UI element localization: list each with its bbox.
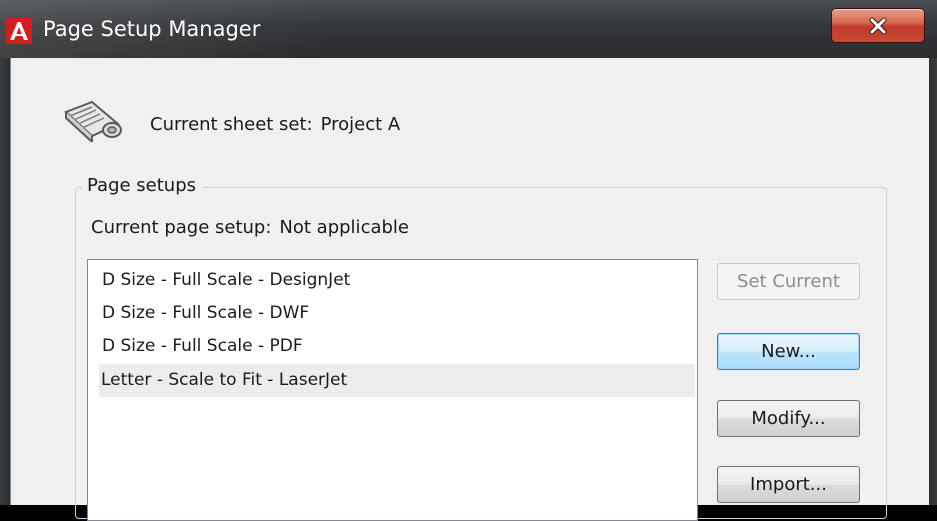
page-setups-list[interactable]: D Size - Full Scale - DesignJet D Size -… xyxy=(87,259,698,521)
sheet-roll-icon xyxy=(62,94,124,145)
current-page-setup-value: Not applicable xyxy=(279,217,409,238)
list-item[interactable]: Letter - Scale to Fit - LaserJet xyxy=(99,364,695,397)
close-icon xyxy=(869,17,887,34)
list-item[interactable]: D Size - Full Scale - DWF xyxy=(100,297,695,330)
list-item-label: D Size - Full Scale - DWF xyxy=(102,303,310,323)
import-button[interactable]: Import... xyxy=(717,466,860,503)
new-button[interactable]: New... xyxy=(717,333,860,370)
list-item-label: D Size - Full Scale - DesignJet xyxy=(102,270,351,290)
window-title: Page Setup Manager xyxy=(43,17,261,41)
current-page-setup: Current page setup: Not applicable xyxy=(91,217,409,238)
list-item-label: Letter - Scale to Fit - LaserJet xyxy=(101,370,348,390)
list-item[interactable]: D Size - Full Scale - PDF xyxy=(100,330,695,363)
page-setup-manager-window: Page Setup Manager Current sheet set: Pro… xyxy=(0,0,937,521)
current-sheet-set-label: Current sheet set: xyxy=(150,114,313,135)
current-sheet-set: Current sheet set: Project A xyxy=(150,114,400,135)
current-sheet-set-value: Project A xyxy=(320,114,401,135)
current-page-setup-label: Current page setup: xyxy=(91,217,272,238)
dialog-body: Current sheet set: Project A Page setups … xyxy=(10,58,929,521)
page-setups-group-label: Page setups xyxy=(83,175,203,196)
title-bar[interactable]: Page Setup Manager xyxy=(0,0,937,58)
autocad-logo-icon[interactable] xyxy=(6,18,32,44)
set-current-button[interactable]: Set Current xyxy=(717,263,860,300)
modify-button[interactable]: Modify... xyxy=(717,400,860,437)
list-item-label: D Size - Full Scale - PDF xyxy=(102,336,303,356)
list-item[interactable]: D Size - Full Scale - DesignJet xyxy=(100,264,695,297)
close-button[interactable] xyxy=(831,8,925,43)
